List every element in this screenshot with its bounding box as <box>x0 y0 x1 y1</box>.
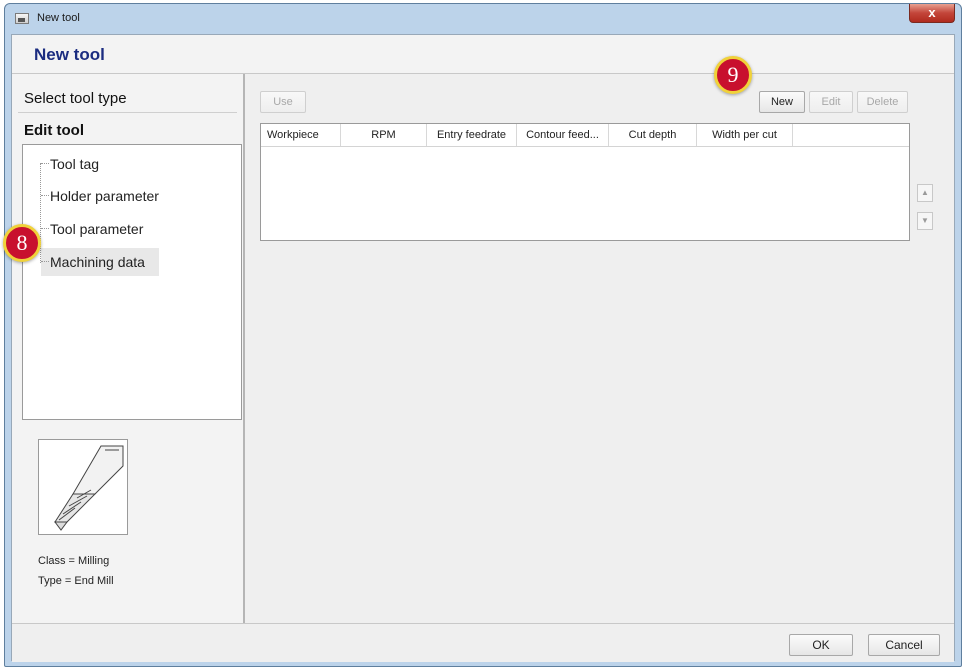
edit-button[interactable]: Edit <box>809 91 853 113</box>
column-header-cut-depth[interactable]: Cut depth <box>609 124 697 146</box>
tree-branch <box>41 195 49 196</box>
machining-data-table[interactable]: Workpiece RPM Entry feedrate Contour fee… <box>260 123 910 241</box>
tree-item-holder-parameter[interactable]: Holder parameter <box>41 182 181 210</box>
dialog-footer: OK Cancel <box>12 623 954 662</box>
dialog-header: New tool <box>12 35 954 74</box>
dialog-body: New tool Select tool type Edit tool Tool… <box>11 34 955 662</box>
use-button[interactable]: Use <box>260 91 306 113</box>
close-button[interactable]: x <box>909 4 955 23</box>
main-panel: Use New Edit Delete Workpiece RPM Entry … <box>245 74 954 623</box>
edit-tool-tree: Tool tag Holder parameter Tool parameter… <box>22 144 242 420</box>
tree-item-label: Tool parameter <box>50 221 144 237</box>
tree-branch <box>41 228 49 229</box>
tree-item-tool-parameter[interactable]: Tool parameter <box>41 215 171 243</box>
column-header-entry-feedrate[interactable]: Entry feedrate <box>427 124 517 146</box>
callout-badge-9: 9 <box>714 56 752 94</box>
cancel-button[interactable]: Cancel <box>868 634 940 656</box>
new-button[interactable]: New <box>759 91 805 113</box>
column-header-width-per-cut[interactable]: Width per cut <box>697 124 793 146</box>
tree-branch <box>41 163 49 164</box>
tool-type-text: Type = End Mill <box>38 575 114 587</box>
callout-badge-8: 8 <box>3 224 41 262</box>
nav-select-tool-type-label: Select tool type <box>24 90 127 107</box>
title-bar[interactable]: New tool x <box>5 4 961 34</box>
nav-edit-tool-label: Edit tool <box>24 122 84 139</box>
page-title: New tool <box>34 45 105 64</box>
tree-item-tool-tag[interactable]: Tool tag <box>41 150 121 178</box>
nav-select-tool-type[interactable]: Select tool type <box>18 84 237 113</box>
arrow-down-icon[interactable]: ▼ <box>917 212 933 230</box>
column-header-contour-feed[interactable]: Contour feed... <box>517 124 609 146</box>
app-icon <box>15 13 29 24</box>
tree-item-label: Machining data <box>50 254 145 270</box>
arrow-up-icon[interactable]: ▲ <box>917 184 933 202</box>
dialog-window: New tool x New tool Select tool type Edi… <box>4 3 962 667</box>
tree-branch <box>41 261 49 262</box>
tool-class-text: Class = Milling <box>38 555 110 567</box>
tree-item-label: Holder parameter <box>50 188 159 204</box>
tree-item-machining-data[interactable]: Machining data <box>41 248 159 276</box>
column-header-workpiece[interactable]: Workpiece <box>261 124 341 146</box>
tree-item-label: Tool tag <box>50 156 100 172</box>
table-header: Workpiece RPM Entry feedrate Contour fee… <box>261 124 909 147</box>
window-title: New tool <box>37 12 80 24</box>
left-panel: Select tool type Edit tool Tool tag Hold… <box>12 74 245 623</box>
column-header-rpm[interactable]: RPM <box>341 124 427 146</box>
delete-button[interactable]: Delete <box>857 91 908 113</box>
ok-button[interactable]: OK <box>789 634 853 656</box>
nav-edit-tool[interactable]: Edit tool <box>18 116 237 144</box>
end-mill-icon <box>38 439 128 535</box>
